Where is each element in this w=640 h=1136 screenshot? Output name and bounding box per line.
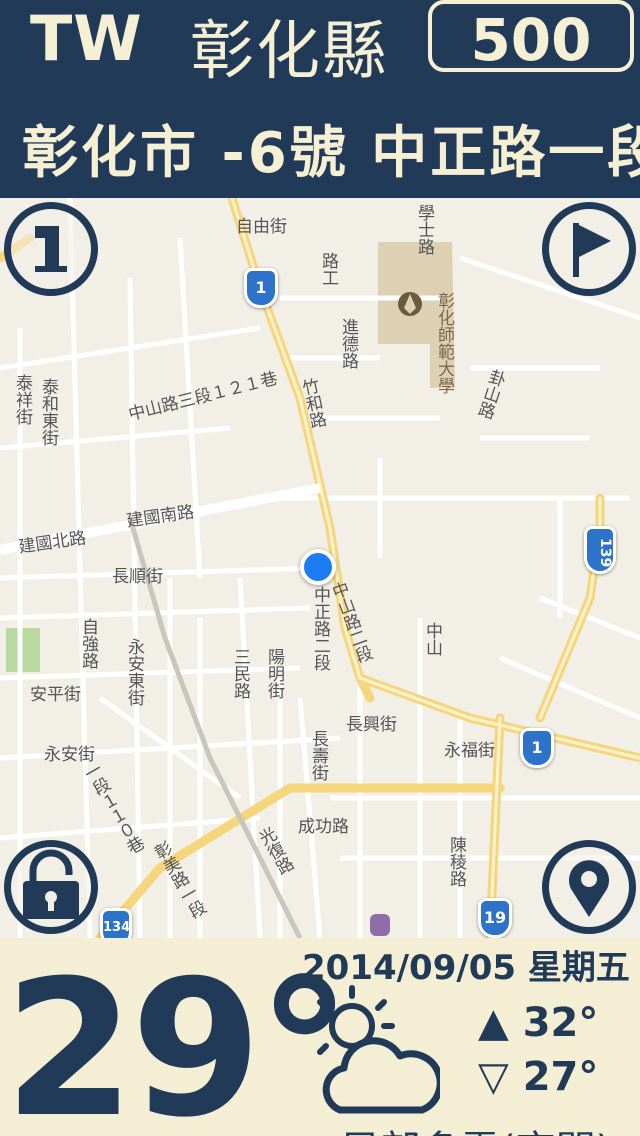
street-label: 長順街 xyxy=(112,567,163,587)
street-label: 中山 xyxy=(422,622,442,656)
current-location-dot xyxy=(300,549,336,585)
street-label: 成功路 xyxy=(298,817,349,837)
street-label: 三民路 xyxy=(230,648,250,699)
street-label: 進德路 xyxy=(338,318,358,369)
street-label: 永福街 xyxy=(444,741,495,761)
current-temperature: 29° xyxy=(4,940,352,1136)
speed-limit-box: 500 xyxy=(428,0,634,74)
unlock-icon xyxy=(23,849,79,919)
landmark-label: 彰化師範大學 xyxy=(434,292,454,394)
weather-condition: 局部多雲(夜間) xyxy=(340,1118,611,1136)
street-label: 自由街 xyxy=(236,217,287,237)
info-icon xyxy=(35,226,67,272)
street-label: 長壽街 xyxy=(308,730,328,781)
street-label: 安平街 xyxy=(30,685,81,705)
flag-button[interactable] xyxy=(542,202,636,296)
low-temperature: ▽ 27° xyxy=(478,1054,599,1100)
street-label: 泰和東街 xyxy=(38,378,58,446)
header-bar: TW 彰化縣 500 彰化市 -6號 中正路一段 xyxy=(0,0,640,198)
partly-cloudy-icon xyxy=(305,985,440,1114)
route-shield: 1 xyxy=(520,728,554,768)
route-shield: 19 xyxy=(478,898,512,938)
weather-panel: 2014/09/05 星期五 29° ▲ 32° ▽ 27° 局部多雲(夜間) xyxy=(0,938,640,1136)
location-button[interactable] xyxy=(542,840,636,934)
street-label: 泰祥街 xyxy=(12,374,32,425)
street-label: 路工 xyxy=(318,252,338,286)
street-label: 陳稜路 xyxy=(446,836,466,887)
route-shield: 134 xyxy=(100,908,132,938)
flag-icon xyxy=(573,223,611,277)
street-label: 陽明街 xyxy=(264,648,284,699)
street-label: 長興街 xyxy=(346,715,397,735)
county-name: 彰化縣 xyxy=(190,15,388,89)
high-temperature: ▲ 32° xyxy=(478,1000,599,1046)
street-label: 永安街 xyxy=(44,745,95,765)
speed-limit-value: 500 xyxy=(470,6,592,74)
country-code: TW xyxy=(30,2,143,75)
route-shield: 1 xyxy=(244,268,278,308)
info-button[interactable] xyxy=(4,202,98,296)
street-label: 學士路 xyxy=(414,204,434,255)
street-label: 永安東街 xyxy=(124,638,144,706)
route-shield: 139 xyxy=(584,526,616,574)
current-address: 彰化市 -6號 中正路一段 xyxy=(22,121,640,186)
map-view[interactable]: 自由街 學士路 彰化師範大學 中山路三段１２１巷 路工 進德路 竹和路 卦山路 … xyxy=(0,198,640,938)
lock-button[interactable] xyxy=(4,840,98,934)
street-label: 自強路 xyxy=(78,618,98,669)
location-pin-icon xyxy=(569,860,609,917)
